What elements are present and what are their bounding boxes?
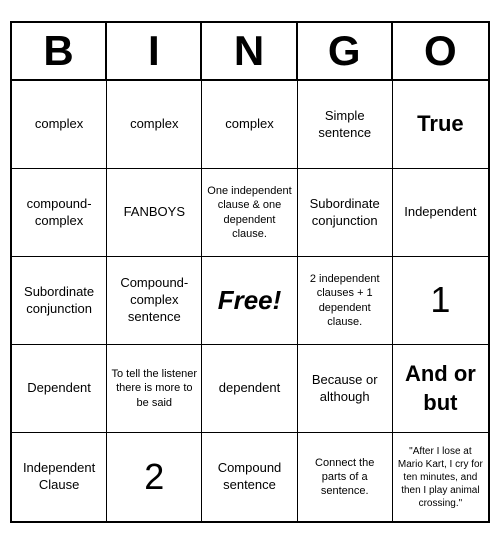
bingo-cell: Because or although	[298, 345, 393, 433]
bingo-cell: Subordinate conjunction	[12, 257, 107, 345]
bingo-cell: complex	[12, 81, 107, 169]
header-letter: G	[298, 23, 393, 79]
bingo-grid: complexcomplexcomplexSimple sentenceTrue…	[12, 81, 488, 521]
bingo-cell: FANBOYS	[107, 169, 202, 257]
bingo-cell: Simple sentence	[298, 81, 393, 169]
header-letter: B	[12, 23, 107, 79]
bingo-cell: Dependent	[12, 345, 107, 433]
bingo-cell: dependent	[202, 345, 297, 433]
header-letter: N	[202, 23, 297, 79]
header-letter: O	[393, 23, 488, 79]
bingo-cell: True	[393, 81, 488, 169]
bingo-cell: And or but	[393, 345, 488, 433]
bingo-cell: Compound sentence	[202, 433, 297, 521]
bingo-cell: Free!	[202, 257, 297, 345]
bingo-cell: One independent clause & one dependent c…	[202, 169, 297, 257]
bingo-cell: Compound-complex sentence	[107, 257, 202, 345]
bingo-card: BINGO complexcomplexcomplexSimple senten…	[10, 21, 490, 523]
bingo-cell: Independent	[393, 169, 488, 257]
bingo-cell: To tell the listener there is more to be…	[107, 345, 202, 433]
bingo-cell: complex	[107, 81, 202, 169]
bingo-cell: 1	[393, 257, 488, 345]
bingo-cell: complex	[202, 81, 297, 169]
bingo-cell: Independent Clause	[12, 433, 107, 521]
bingo-cell: "After I lose at Mario Kart, I cry for t…	[393, 433, 488, 521]
bingo-cell: 2	[107, 433, 202, 521]
bingo-cell: Connect the parts of a sentence.	[298, 433, 393, 521]
bingo-cell: compound-complex	[12, 169, 107, 257]
bingo-header: BINGO	[12, 23, 488, 81]
bingo-cell: Subordinate conjunction	[298, 169, 393, 257]
bingo-cell: 2 independent clauses + 1 dependent clau…	[298, 257, 393, 345]
header-letter: I	[107, 23, 202, 79]
